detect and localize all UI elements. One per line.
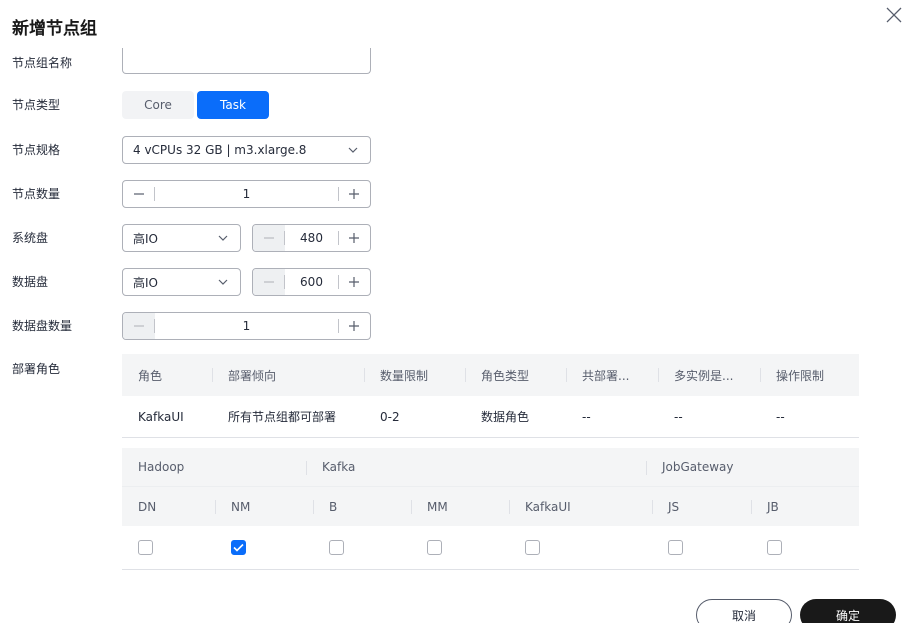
role-table-header: 角色 部署倾向 数量限制 角色类型 共部署... 多实例是... 操作限制 [122, 354, 859, 396]
table-cell: KafkaUI [138, 409, 184, 424]
group-kafka: Kafka [306, 448, 646, 486]
column-header: 角色 [138, 368, 163, 383]
role-dn-checkbox[interactable] [138, 540, 153, 555]
datadisk-count-value[interactable]: 1 [155, 319, 338, 333]
type-task-button[interactable]: Task [197, 91, 269, 119]
role-mm-checkbox[interactable] [427, 540, 442, 555]
group-hadoop: Hadoop [138, 460, 185, 474]
chevron-down-icon [218, 235, 228, 241]
datadisk-label: 数据盘 [12, 275, 49, 289]
table-cell: 所有节点组都可部署 [228, 410, 337, 424]
role-check-row [122, 526, 859, 570]
sysdisk-plus-button[interactable] [338, 225, 370, 251]
group-jobgateway: JobGateway [646, 448, 859, 486]
column-header: 角色类型 [465, 354, 566, 396]
plus-icon [349, 189, 359, 199]
role-name: MM [411, 487, 509, 526]
datadisk-minus-button[interactable] [253, 269, 285, 295]
datadisk-count-plus-button[interactable] [338, 313, 370, 339]
table-cell: -- [674, 409, 683, 424]
sysdisk-label: 系统盘 [12, 231, 49, 245]
sysdisk-minus-button[interactable] [253, 225, 285, 251]
datadisk-plus-button[interactable] [338, 269, 370, 295]
type-core-button[interactable]: Core [122, 91, 194, 119]
minus-icon [264, 281, 274, 283]
cancel-button[interactable]: 取消 [696, 599, 792, 623]
count-stepper: 1 [122, 180, 371, 208]
role-b-checkbox[interactable] [329, 540, 344, 555]
role-label: 部署角色 [12, 362, 61, 376]
plus-icon [349, 277, 359, 287]
role-nm-checkbox[interactable] [231, 540, 246, 555]
count-label: 节点数量 [12, 187, 61, 201]
role-name: B [313, 487, 411, 526]
ok-button[interactable]: 确定 [800, 599, 896, 623]
sysdisk-size-stepper: 480 [252, 224, 371, 252]
table-row: KafkaUI 所有节点组都可部署 0-2 数据角色 -- -- -- [122, 396, 859, 438]
chevron-down-icon [218, 279, 228, 285]
column-header: 操作限制 [760, 354, 859, 396]
chevron-down-icon [348, 147, 358, 153]
minus-icon [134, 193, 144, 195]
datadisk-count-minus-button[interactable] [123, 313, 155, 339]
plus-icon [349, 233, 359, 243]
role-js-checkbox[interactable] [668, 540, 683, 555]
sysdisk-type-select[interactable]: 高IO [122, 224, 241, 252]
role-name-header: DN NM B MM KafkaUI JS JB [122, 486, 859, 526]
table-cell: -- [776, 409, 785, 424]
column-header: 部署倾向 [212, 354, 364, 396]
spec-select[interactable]: 4 vCPUs 32 GB | m3.xlarge.8 [122, 136, 371, 164]
count-minus-button[interactable] [123, 181, 155, 207]
datadisk-count-stepper: 1 [122, 312, 371, 340]
role-jb-checkbox[interactable] [767, 540, 782, 555]
name-label: 节点组名称 [12, 56, 73, 70]
sysdisk-type-value: 高IO [133, 231, 158, 246]
name-input[interactable] [122, 48, 371, 74]
spec-value: 4 vCPUs 32 GB | m3.xlarge.8 [133, 143, 307, 157]
datadisk-type-select[interactable]: 高IO [122, 268, 241, 296]
count-plus-button[interactable] [338, 181, 370, 207]
column-header: 共部署... [566, 354, 658, 396]
close-icon[interactable] [885, 6, 903, 24]
minus-icon [264, 237, 274, 239]
count-value[interactable]: 1 [155, 187, 338, 201]
sysdisk-size-value[interactable]: 480 [285, 231, 338, 245]
datadisk-type-value: 高IO [133, 275, 158, 290]
role-kafkaui-checkbox[interactable] [525, 540, 540, 555]
type-label: 节点类型 [12, 98, 61, 112]
role-name: KafkaUI [509, 487, 652, 526]
role-name: JB [751, 487, 859, 526]
minus-icon [134, 325, 144, 327]
column-header: 数量限制 [364, 354, 465, 396]
plus-icon [349, 321, 359, 331]
datadisk-size-value[interactable]: 600 [285, 275, 338, 289]
node-type-toggle: Core Task [122, 91, 269, 119]
table-cell: 数据角色 [481, 410, 530, 424]
column-header: 多实例是... [658, 354, 760, 396]
check-icon [233, 543, 244, 552]
spec-label: 节点规格 [12, 143, 61, 157]
role-name: NM [215, 487, 313, 526]
role-name: JS [652, 487, 751, 526]
datadisk-size-stepper: 600 [252, 268, 371, 296]
dialog-title: 新增节点组 [12, 19, 97, 39]
table-cell: 0-2 [380, 409, 400, 424]
role-group-header: Hadoop Kafka JobGateway [122, 448, 859, 486]
role-table: 角色 部署倾向 数量限制 角色类型 共部署... 多实例是... 操作限制 Ka… [122, 354, 859, 570]
role-name: DN [138, 499, 157, 514]
table-cell: -- [582, 409, 591, 424]
datadisk-count-label: 数据盘数量 [12, 319, 73, 333]
